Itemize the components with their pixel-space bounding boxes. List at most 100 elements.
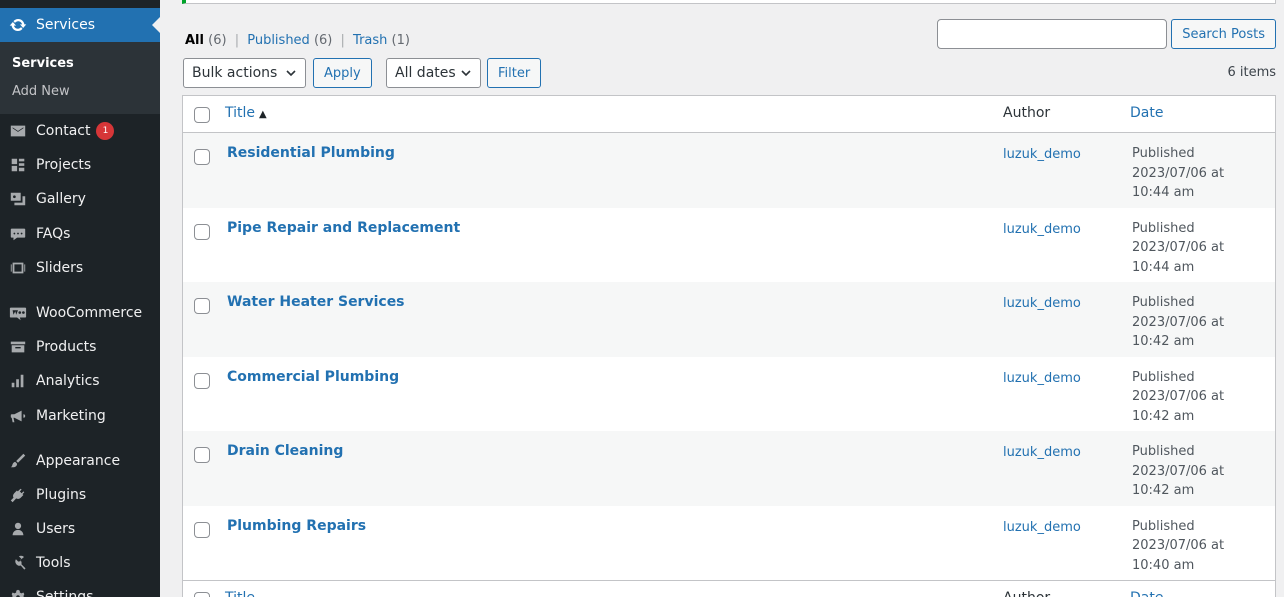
gallery-icon <box>0 190 36 208</box>
sidebar-item-label: Settings <box>36 589 94 597</box>
post-status: Published <box>1132 146 1195 161</box>
footer-column-author: Author <box>1003 590 1050 597</box>
post-date: Published 2023/07/06 at 10:44 am <box>1132 219 1262 278</box>
post-author-link[interactable]: luzuk_demo <box>1003 445 1081 460</box>
sidebar-item-settings[interactable]: Settings <box>0 580 160 597</box>
sidebar-item-analytics[interactable]: Analytics <box>0 364 160 398</box>
post-title-link[interactable]: Residential Plumbing <box>227 145 395 161</box>
column-title-label: Title <box>225 105 256 121</box>
sidebar-item-label: Services <box>36 17 96 33</box>
row-checkbox[interactable] <box>194 298 210 314</box>
select-all-checkbox[interactable] <box>194 107 210 123</box>
post-date-value: 2023/07/06 at 10:44 am <box>1132 240 1225 275</box>
notification-badge: 1 <box>96 122 115 140</box>
post-title-link[interactable]: Drain Cleaning <box>227 443 343 459</box>
post-date-value: 2023/07/06 at 10:44 am <box>1132 165 1225 201</box>
sidebar-item-gallery[interactable]: Gallery <box>0 182 160 216</box>
search-posts-button[interactable]: Search Posts <box>1171 19 1276 49</box>
table-row: Commercial Plumbing luzuk_demo Published… <box>183 357 1275 432</box>
row-checkbox[interactable] <box>194 223 210 240</box>
sidebar-item-label: Products <box>36 339 97 355</box>
admin-notice <box>182 0 1276 4</box>
sidebar-item-users[interactable]: Users <box>0 512 160 546</box>
post-date: Published 2023/07/06 at 10:44 am <box>1132 144 1262 203</box>
footer-column-title[interactable]: Title <box>225 590 255 597</box>
column-header-author: Author <box>1003 105 1051 121</box>
post-date: Published 2023/07/06 at 10:42 am <box>1132 368 1262 427</box>
post-title-link[interactable]: Plumbing Repairs <box>227 518 366 534</box>
sidebar-item-marketing[interactable]: Marketing <box>0 399 160 433</box>
post-date: Published 2023/07/06 at 10:42 am <box>1132 442 1262 501</box>
post-title-link[interactable]: Commercial Plumbing <box>227 369 399 385</box>
sidebar-item-faqs[interactable]: FAQs <box>0 217 160 251</box>
sidebar-item-label: Tools <box>36 555 71 571</box>
table-footer: Title Author Date <box>183 580 1275 597</box>
sidebar-item-plugins[interactable]: Plugins <box>0 478 160 512</box>
table-row: Pipe Repair and Replacement luzuk_demo P… <box>183 208 1275 283</box>
sidebar-item-contact[interactable]: Contact 1 <box>0 114 160 148</box>
apply-button[interactable]: Apply <box>313 58 372 88</box>
sidebar-item-appearance[interactable]: Appearance <box>0 444 160 478</box>
sidebar-item-label: Plugins <box>36 487 87 503</box>
sidebar-item-label: Marketing <box>36 408 106 424</box>
services-submenu: Services Add New <box>0 42 160 114</box>
filter-trash-link[interactable]: Trash <box>353 33 387 48</box>
post-author-link[interactable]: luzuk_demo <box>1003 222 1081 237</box>
bulk-actions-select[interactable]: Bulk actions <box>183 58 306 88</box>
filter-published-link[interactable]: Published <box>247 33 310 48</box>
table-row: Water Heater Services luzuk_demo Publish… <box>183 282 1275 357</box>
chevron-down-icon <box>286 70 296 77</box>
post-date-value: 2023/07/06 at 10:42 am <box>1132 463 1225 499</box>
filter-button[interactable]: Filter <box>487 58 542 88</box>
post-title-link[interactable]: Water Heater Services <box>227 294 405 310</box>
sidebar-item-label: Contact <box>36 123 91 139</box>
post-author-link[interactable]: luzuk_demo <box>1003 296 1081 311</box>
sidebar-item-label: Users <box>36 521 76 537</box>
table-row: Drain Cleaning luzuk_demo Published 2023/… <box>183 431 1275 506</box>
woocommerce-icon <box>0 304 36 322</box>
sidebar-item-products[interactable]: Products <box>0 330 160 364</box>
filter-all-link[interactable]: All <box>185 33 204 48</box>
footer-column-date[interactable]: Date <box>1130 590 1163 597</box>
sidebar-item-projects[interactable]: Projects <box>0 148 160 182</box>
column-header-title[interactable]: Title ▲ <box>225 105 267 121</box>
sidebar-item-sliders[interactable]: Sliders <box>0 251 160 285</box>
megaphone-icon <box>0 407 36 425</box>
sidebar-item-label: Projects <box>36 157 92 173</box>
bulk-actions-value: Bulk actions <box>192 65 278 81</box>
sidebar-item-tools[interactable]: Tools <box>0 546 160 580</box>
submenu-item-add-new[interactable]: Add New <box>12 84 70 99</box>
post-date: Published 2023/07/06 at 10:40 am <box>1132 517 1262 576</box>
sidebar-item-label: WooCommerce <box>36 305 143 321</box>
column-header-date[interactable]: Date <box>1130 105 1163 121</box>
items-count: 6 items <box>1227 65 1276 80</box>
row-checkbox[interactable] <box>194 521 210 538</box>
chart-icon <box>0 372 36 390</box>
post-status: Published <box>1132 444 1195 459</box>
admin-sidebar: Services Services Add New Contact 1 Proj… <box>0 0 160 597</box>
sidebar-item-services[interactable]: Services <box>0 8 160 42</box>
filter-all-count: (6) <box>208 33 227 48</box>
slides-icon <box>0 259 36 277</box>
post-status: Published <box>1132 220 1195 236</box>
row-checkbox[interactable] <box>194 149 210 165</box>
search-input[interactable] <box>937 19 1168 49</box>
search-box: Search Posts <box>937 19 1276 49</box>
archive-icon <box>0 338 36 356</box>
post-author-link[interactable]: luzuk_demo <box>1003 371 1081 386</box>
submenu-item-services[interactable]: Services <box>12 56 74 71</box>
date-filter-select[interactable]: All dates <box>386 58 481 88</box>
sidebar-item-label: Analytics <box>36 373 100 389</box>
post-author-link[interactable]: luzuk_demo <box>1003 520 1081 535</box>
mail-icon <box>0 122 36 140</box>
row-checkbox[interactable] <box>194 447 210 463</box>
filter-trash-count: (1) <box>391 33 410 48</box>
post-date-value: 2023/07/06 at 10:42 am <box>1132 389 1225 424</box>
sidebar-item-woocommerce[interactable]: WooCommerce <box>0 296 160 330</box>
wrench-icon <box>0 554 36 572</box>
row-checkbox[interactable] <box>194 372 210 389</box>
post-title-link[interactable]: Pipe Repair and Replacement <box>227 220 460 236</box>
post-author-link[interactable]: luzuk_demo <box>1003 147 1081 162</box>
select-all-checkbox-footer[interactable] <box>194 592 210 597</box>
filter-published-count: (6) <box>313 33 333 48</box>
